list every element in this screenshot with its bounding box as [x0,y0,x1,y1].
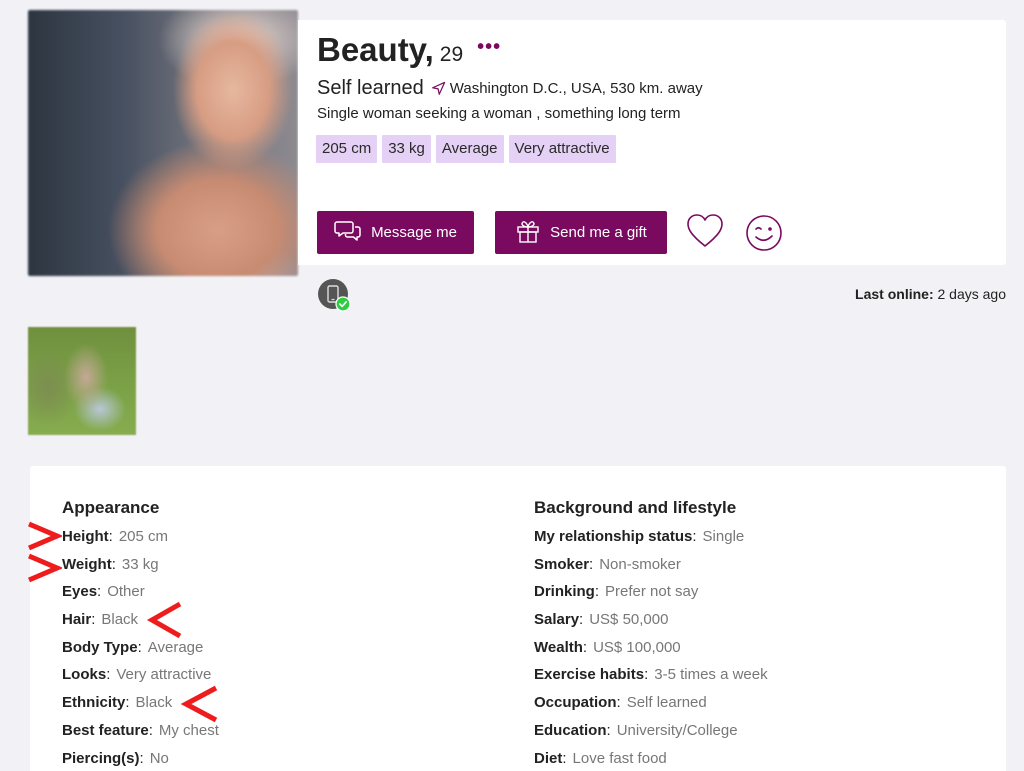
photo-thumbnail[interactable] [28,327,136,435]
row-label: Ethnicity [62,694,126,712]
appearance-section: Appearance Height: 205 cm Weight: 33 kg Ey… [62,498,219,771]
row-value: No [149,749,169,767]
row-label: Drinking [534,583,595,601]
row-value: Prefer not say [605,583,699,601]
last-online-value: 2 days ago [937,286,1007,302]
row-value: 205 cm [118,528,169,545]
row-value: Average [147,638,204,656]
tag-weight: 33 kg [382,135,431,163]
background-row-smoker: Smoker: Non-smoker [534,555,681,573]
heart-icon[interactable] [686,213,724,254]
headline-line: Self learned Washington D.C., USA, 530 k… [317,77,703,100]
profile-seeking: Single woman seeking a woman , something… [317,105,681,122]
background-row-wealth: Wealth: US$ 100,000 [534,638,681,656]
appearance-row-height: Height: 205 cm [62,528,169,545]
row-label: Smoker [534,555,590,573]
row-label: Body Type [62,638,138,656]
location-arrow-icon [431,81,446,96]
annotation-arrow-ethnicity [180,685,218,723]
row-label: Occupation [534,694,617,712]
row-label: Exercise habits [534,666,645,684]
row-label: Hair [62,611,92,629]
row-value: Single [702,528,745,545]
row-value: US$ 100,000 [593,638,681,656]
row-label: Education [534,721,607,739]
row-label: Diet [534,749,563,767]
profile-tags: 205 cm 33 kg Average Very attractive [316,135,616,163]
more-options-button[interactable]: ••• [477,36,501,59]
background-row-occupation: Occupation: Self learned [534,694,707,712]
appearance-row-hair: Hair: Black [62,611,139,629]
profile-age: 29 [439,43,464,66]
appearance-row-eyes: Eyes: Other [62,583,145,601]
background-row-salary: Salary: US$ 50,000 [534,611,669,629]
row-label: Salary [534,611,580,629]
profile-name: Beauty, [317,31,434,68]
row-label: Piercing(s) [62,749,140,767]
background-section: Background and lifestyle My relationship… [534,498,768,771]
appearance-row-body-type: Body Type: Average [62,638,204,656]
row-value: Love fast food [572,749,667,767]
profile-header-card: Beauty, 29 ••• Self learned Washington D… [298,20,1006,265]
background-title: Background and lifestyle [534,498,737,517]
tag-body-type: Average [435,135,504,163]
appearance-row-weight: Weight: 33 kg [62,555,159,573]
background-row-relationship: My relationship status: Single [534,528,745,545]
row-value: 33 kg [121,555,159,573]
row-value: Black [101,611,139,629]
message-me-label: Message me [371,224,457,241]
wink-icon[interactable] [745,214,783,257]
row-value: Black [135,694,173,712]
row-value: Other [107,583,145,601]
message-me-button[interactable]: Message me [317,211,474,254]
row-value: University/College [616,721,738,739]
annotation-arrow-hair [146,601,182,639]
profile-location: Washington D.C., USA, 530 km. away [449,80,703,97]
row-value: My chest [158,721,219,739]
background-row-education: Education: University/College [534,721,738,739]
send-gift-label: Send me a gift [550,224,647,241]
row-label: Looks [62,666,107,684]
tag-looks: Very attractive [508,135,616,163]
profile-occupation: Self learned [317,77,424,99]
appearance-row-best-feature: Best feature: My chest [62,721,219,739]
last-online-label: Last online: [855,286,934,302]
row-value: Very attractive [116,666,212,684]
row-value: Non-smoker [599,555,681,573]
chat-bubbles-icon [334,219,362,247]
row-label: Eyes [62,583,98,601]
name-line: Beauty, 29 ••• [317,31,501,69]
background-row-diet: Diet: Love fast food [534,749,667,767]
last-online: Last online: 2 days ago [855,286,1006,302]
row-value: US$ 50,000 [589,611,669,629]
tag-height: 205 cm [316,135,378,163]
mobile-verified-icon [317,278,351,312]
row-value: Self learned [626,694,707,712]
row-label: Weight [62,555,112,573]
background-row-drinking: Drinking: Prefer not say [534,583,699,601]
row-label: Best feature [62,721,149,739]
annotation-arrow-weight [28,553,62,583]
row-label: Height [62,528,109,545]
row-label: My relationship status [534,528,693,545]
annotation-arrow-height [28,521,62,551]
send-gift-button[interactable]: Send me a gift [495,211,667,254]
row-label: Wealth [534,638,583,656]
appearance-title: Appearance [62,498,160,517]
row-value: 3-5 times a week [654,666,768,684]
gift-icon [515,218,541,248]
profile-photo[interactable] [28,10,298,276]
background-row-exercise: Exercise habits: 3-5 times a week [534,666,768,684]
appearance-row-piercings: Piercing(s): No [62,749,169,767]
